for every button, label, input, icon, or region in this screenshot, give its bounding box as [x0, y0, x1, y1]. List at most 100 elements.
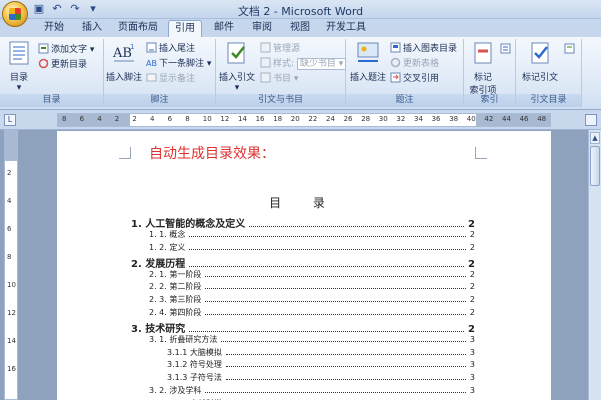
- tab-mailings[interactable]: 邮件: [208, 20, 240, 37]
- ruler-tick-label: 4: [97, 115, 102, 123]
- toc-entry[interactable]: 3. 2. 涉及学科 3: [149, 385, 475, 396]
- ruler-tick-label: 8: [62, 115, 67, 123]
- insert-endnote-button[interactable]: 插入尾注: [146, 42, 195, 56]
- ribbon-tabs: 开始 插入 页面布局 引用 邮件 审阅 视图 开发工具: [0, 19, 601, 37]
- toc-entry-page: 2: [469, 269, 475, 279]
- mark-citation-button[interactable]: 标记引文: [520, 41, 560, 83]
- group-footnotes: AB 1 插入脚注 插入尾注 AB 下一条脚注 ▾ 显示备注 脚注: [104, 39, 216, 107]
- next-footnote-button[interactable]: AB 下一条脚注 ▾: [146, 57, 211, 71]
- ruler-tick-label: 40: [466, 115, 476, 123]
- document-page[interactable]: 自动生成目录效果： 目 录 1. 人工智能的概念及定义 2 1. 1. 概念 2 1. …: [57, 131, 551, 400]
- update-icon: [38, 58, 49, 69]
- toc-entry[interactable]: 2. 发展历程 2: [131, 255, 475, 270]
- toc-entry[interactable]: 3.1.2 符号处理 3: [167, 359, 475, 370]
- tab-references[interactable]: 引用: [168, 20, 202, 37]
- toc-entry-text: 3.1.3 子符号法: [167, 373, 222, 383]
- tab-home[interactable]: 开始: [36, 20, 72, 37]
- toc-entry[interactable]: 1. 人工智能的概念及定义 2: [131, 215, 475, 230]
- toc-entry-leader: [205, 301, 466, 303]
- view-ruler-toggle[interactable]: [585, 114, 597, 126]
- group-toa: 标记引文 引文目录: [516, 39, 582, 107]
- vertical-scrollbar[interactable]: ▲: [588, 130, 601, 400]
- add-text-button[interactable]: 添加文字 ▾: [38, 43, 94, 57]
- toc-entry-text: 1. 1. 概念: [149, 230, 186, 239]
- chevron-down-icon: ▾: [16, 83, 22, 93]
- update-table-button[interactable]: 更新表格: [390, 57, 439, 71]
- vruler-tick-label: 16: [7, 365, 16, 373]
- toc-entry[interactable]: 2. 2. 第二阶段 2: [149, 281, 475, 292]
- scrollbar-thumb[interactable]: [590, 146, 600, 186]
- group-captions-label: 题注: [346, 94, 463, 107]
- toc-entry-leader: [225, 379, 466, 381]
- office-button[interactable]: [2, 1, 28, 27]
- mark-entry-button[interactable]: 标记 索引项: [468, 41, 498, 96]
- cross-reference-button[interactable]: 交叉引用: [390, 72, 439, 86]
- mark-citation-icon: [531, 42, 549, 64]
- ruler-tick-label: 6: [79, 115, 85, 123]
- tab-page-layout[interactable]: 页面布局: [112, 20, 164, 37]
- group-toc: 目录 ▾ 添加文字 ▾ 更新目录 目录: [0, 39, 104, 107]
- vruler-tick-label: 2: [7, 169, 12, 177]
- manage-sources-button[interactable]: 管理源: [260, 42, 300, 56]
- toc-entry-page: 2: [469, 242, 475, 252]
- toc-entry[interactable]: 2. 4. 第四阶段 2: [149, 307, 475, 318]
- scroll-up-icon[interactable]: ▲: [590, 132, 600, 144]
- ruler-tick-label: 10: [202, 115, 212, 123]
- bibliography-icon: [260, 72, 271, 83]
- toc-entry-page: 3: [469, 386, 475, 395]
- ruler-tick-label: 34: [414, 115, 423, 123]
- tab-insert[interactable]: 插入: [76, 20, 108, 37]
- insert-index-icon[interactable]: [500, 43, 511, 54]
- toc-entry-leader: [249, 226, 465, 227]
- citation-style-select[interactable]: 样式: 缺少书目 ▾: [260, 57, 347, 71]
- toc-entry-text: 2. 2. 第二阶段: [149, 282, 202, 292]
- ruler-tick-label: 22: [308, 115, 318, 123]
- chevron-down-icon: ▾: [234, 83, 240, 93]
- window-title: 文档 2 - Microsoft Word: [237, 5, 364, 18]
- group-citations-label: 引文与书目: [216, 94, 345, 107]
- vertical-ruler[interactable]: 2 4 6 8 10 12 14 16: [4, 130, 18, 400]
- manage-sources-icon: [260, 42, 271, 53]
- tab-review[interactable]: 审阅: [246, 20, 278, 37]
- insert-footnote-button[interactable]: AB 1 插入脚注: [106, 41, 142, 83]
- insert-caption-button[interactable]: 插入题注: [348, 41, 388, 83]
- toc-entry[interactable]: 2. 3. 第三阶段 2: [149, 294, 475, 305]
- citation-icon: [227, 42, 245, 64]
- toc-entry-leader: [205, 288, 466, 290]
- toc-entry[interactable]: 3. 1. 折叠研究方法 3: [149, 334, 475, 345]
- ruler-tick-label: 36: [431, 115, 441, 123]
- toc-entry[interactable]: 3.1.1 大脑模拟 3: [167, 347, 475, 358]
- toc-entry[interactable]: 1. 1. 概念 2: [149, 229, 475, 240]
- tab-developer[interactable]: 开发工具: [322, 20, 370, 37]
- toc-entry-leader: [225, 366, 466, 368]
- toc-entry-text: 3.1.2 符号处理: [167, 360, 222, 370]
- toc-entry-page: 3: [469, 347, 475, 357]
- insert-citation-button[interactable]: 插入引文 ▾: [218, 41, 256, 93]
- toc-entry-page: 2: [469, 295, 475, 305]
- toc-button[interactable]: 目录 ▾: [4, 41, 34, 93]
- document-heading: 自动生成目录效果：: [149, 146, 275, 162]
- toc-entry[interactable]: 3.1.3 子符号法 3: [167, 372, 475, 383]
- toc-entry-text: 2. 3. 第三阶段: [149, 295, 202, 305]
- show-notes-button[interactable]: 显示备注: [146, 72, 195, 86]
- horizontal-ruler[interactable]: 8 6 4 2 2 4 6 8 10 12 14 16 18 20 22 24 26 28 30 32 34 36 38 40…: [57, 113, 551, 127]
- insert-table-of-figures-button[interactable]: 插入图表目录: [390, 42, 457, 56]
- ruler-tick-label: 38: [449, 115, 459, 123]
- update-toc-button[interactable]: 更新目录: [38, 58, 87, 72]
- toc-entry-text: 1. 人工智能的概念及定义: [131, 219, 246, 230]
- office-logo-icon: [9, 8, 21, 20]
- ruler-tick-label: 14: [238, 115, 247, 123]
- style-icon: [260, 57, 271, 68]
- ruler-tick-label: 46: [519, 115, 529, 123]
- toc-entry[interactable]: 3. 技术研究 2: [131, 320, 475, 335]
- toc-entry[interactable]: 1. 2. 定义 2: [149, 242, 475, 253]
- bibliography-button[interactable]: 书目 ▾: [260, 72, 298, 86]
- toc-entry[interactable]: 2. 1. 第一阶段 2: [149, 269, 475, 280]
- insert-toa-icon[interactable]: [564, 43, 575, 54]
- tab-stop-selector[interactable]: L: [4, 114, 16, 126]
- toc-entry-leader: [221, 340, 466, 342]
- toc-entry-text: 3. 1. 折叠研究方法: [149, 334, 218, 344]
- citation-style-combo[interactable]: 缺少书目 ▾: [296, 58, 347, 70]
- tab-view[interactable]: 视图: [284, 20, 316, 37]
- ruler-tick-label: 4: [150, 115, 155, 123]
